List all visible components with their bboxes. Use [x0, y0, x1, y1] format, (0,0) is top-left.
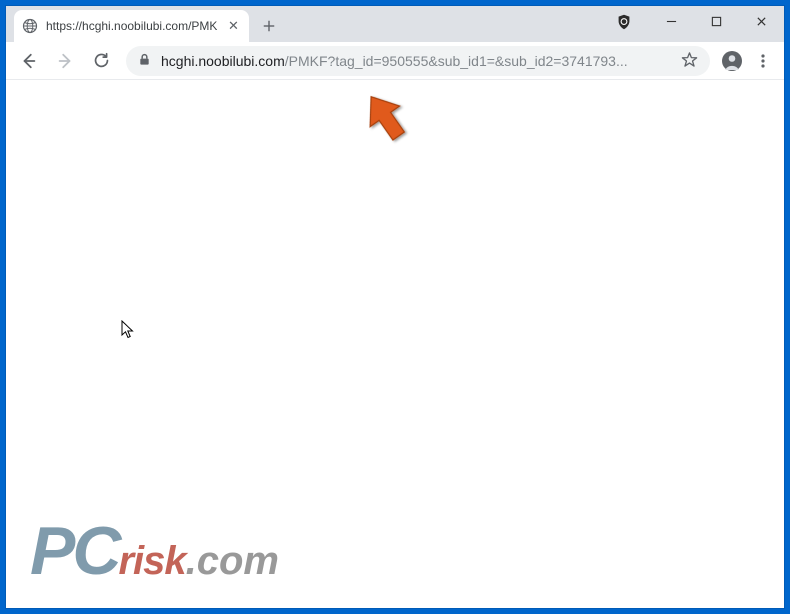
new-tab-button[interactable] — [255, 12, 283, 40]
watermark-logo: PC risk .com — [30, 512, 279, 590]
tab-close-button[interactable]: ✕ — [225, 18, 241, 34]
bookmark-star-icon[interactable] — [681, 51, 698, 71]
profile-avatar-icon[interactable] — [718, 47, 746, 75]
watermark-risk: risk — [118, 539, 185, 584]
page-content: PC risk .com — [6, 80, 784, 608]
watermark-pc: PC — [30, 512, 118, 590]
watermark-dotcom: .com — [186, 539, 279, 584]
window-controls — [649, 6, 784, 36]
shield-icon[interactable] — [614, 12, 634, 32]
toolbar: hcghi.noobilubi.com/PMKF?tag_id=950555&s… — [6, 42, 784, 80]
minimize-button[interactable] — [649, 6, 694, 36]
lock-icon — [138, 53, 151, 69]
reload-button[interactable] — [84, 46, 118, 76]
browser-window: https://hcghi.noobilubi.com/PMK ✕ — [6, 6, 784, 608]
forward-button[interactable] — [48, 46, 82, 76]
url-domain: hcghi.noobilubi.com — [161, 53, 285, 69]
globe-icon — [22, 18, 38, 34]
url-path: /PMKF?tag_id=950555&sub_id1=&sub_id2=374… — [285, 53, 628, 69]
maximize-button[interactable] — [694, 6, 739, 36]
tab-title: https://hcghi.noobilubi.com/PMK — [46, 19, 217, 33]
menu-button[interactable] — [748, 46, 778, 76]
browser-tab[interactable]: https://hcghi.noobilubi.com/PMK ✕ — [14, 10, 249, 42]
back-button[interactable] — [12, 46, 46, 76]
cursor-icon — [121, 320, 135, 340]
address-bar[interactable]: hcghi.noobilubi.com/PMKF?tag_id=950555&s… — [126, 46, 710, 76]
close-button[interactable] — [739, 6, 784, 36]
url-text: hcghi.noobilubi.com/PMKF?tag_id=950555&s… — [161, 53, 671, 69]
titlebar: https://hcghi.noobilubi.com/PMK ✕ — [6, 6, 784, 42]
